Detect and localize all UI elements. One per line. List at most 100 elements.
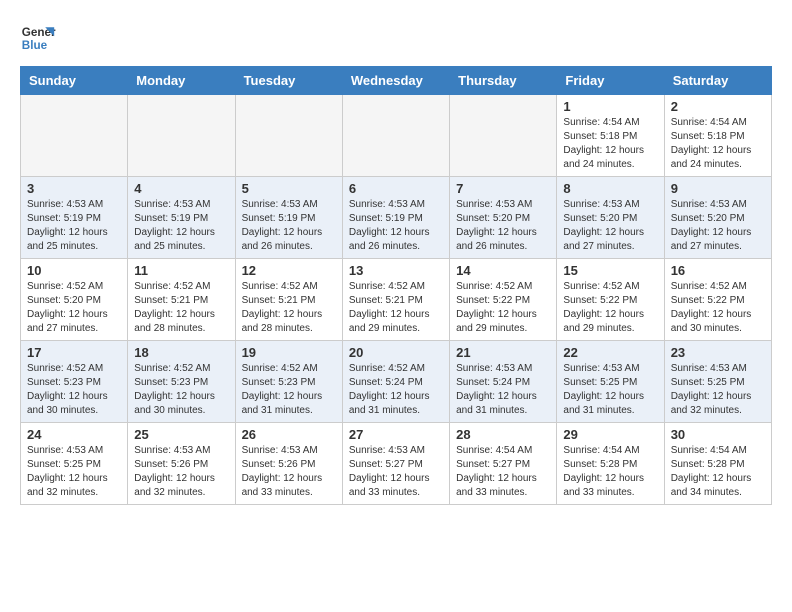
day-info: Sunrise: 4:54 AM Sunset: 5:28 PM Dayligh… [671,444,765,500]
day-number: 14 [456,263,550,278]
calendar-cell: 12 Sunrise: 4:52 AM Sunset: 5:21 PM Dayli… [235,259,342,341]
day-number: 1 [563,99,657,114]
day-number: 5 [242,181,336,196]
calendar-cell: 28 Sunrise: 4:54 AM Sunset: 5:27 PM Dayli… [450,423,557,505]
day-number: 21 [456,345,550,360]
calendar-cell: 22 Sunrise: 4:53 AM Sunset: 5:25 PM Dayli… [557,341,664,423]
calendar-cell: 19Sunrise: 4:52 AM Sunset: 5:23 PM Dayli… [235,341,342,423]
calendar-cell: 6Sunrise: 4:53 AM Sunset: 5:19 PM Daylig… [342,177,449,259]
calendar-cell: 26 Sunrise: 4:53 AM Sunset: 5:26 PM Dayli… [235,423,342,505]
day-number: 7 [456,181,550,196]
calendar-week-row: 1 Sunrise: 4:54 AM Sunset: 5:18 PM Daylig… [21,95,772,177]
calendar-cell: 24 Sunrise: 4:53 AM Sunset: 5:25 PM Dayli… [21,423,128,505]
calendar-cell: 20 Sunrise: 4:52 AM Sunset: 5:24 PM Dayli… [342,341,449,423]
day-number: 16 [671,263,765,278]
day-number: 30 [671,427,765,442]
day-info: Sunrise: 4:52 AM Sunset: 5:21 PM Dayligh… [242,280,336,336]
day-info: Sunrise: 4:54 AM Sunset: 5:18 PM Dayligh… [563,116,657,172]
day-number: 15 [563,263,657,278]
day-info: Sunrise: 4:53 AM Sunset: 5:19 PM Dayligh… [27,198,121,254]
day-info: Sunrise: 4:54 AM Sunset: 5:18 PM Dayligh… [671,116,765,172]
calendar-cell: 11 Sunrise: 4:52 AM Sunset: 5:21 PM Dayli… [128,259,235,341]
calendar-cell [128,95,235,177]
calendar-cell: 8Sunrise: 4:53 AM Sunset: 5:20 PM Daylig… [557,177,664,259]
calendar-cell: 10 Sunrise: 4:52 AM Sunset: 5:20 PM Dayli… [21,259,128,341]
day-info: Sunrise: 4:53 AM Sunset: 5:20 PM Dayligh… [456,198,550,254]
weekday-header: Saturday [664,67,771,95]
day-number: 18 [134,345,228,360]
day-info: Sunrise: 4:53 AM Sunset: 5:25 PM Dayligh… [671,362,765,418]
day-info: Sunrise: 4:52 AM Sunset: 5:20 PM Dayligh… [27,280,121,336]
calendar-cell: 29 Sunrise: 4:54 AM Sunset: 5:28 PM Dayli… [557,423,664,505]
calendar-week-row: 24 Sunrise: 4:53 AM Sunset: 5:25 PM Dayli… [21,423,772,505]
weekday-header: Friday [557,67,664,95]
day-number: 13 [349,263,443,278]
day-number: 8 [563,181,657,196]
day-number: 27 [349,427,443,442]
calendar-cell: 4 Sunrise: 4:53 AM Sunset: 5:19 PM Daylig… [128,177,235,259]
day-info: Sunrise: 4:53 AM Sunset: 5:19 PM Dayligh… [242,198,336,254]
calendar-cell: 21Sunrise: 4:53 AM Sunset: 5:24 PM Dayli… [450,341,557,423]
day-info: Sunrise: 4:53 AM Sunset: 5:20 PM Dayligh… [671,198,765,254]
day-number: 29 [563,427,657,442]
calendar-cell: 23 Sunrise: 4:53 AM Sunset: 5:25 PM Dayli… [664,341,771,423]
calendar-cell: 15Sunrise: 4:52 AM Sunset: 5:22 PM Dayli… [557,259,664,341]
day-info: Sunrise: 4:53 AM Sunset: 5:26 PM Dayligh… [242,444,336,500]
svg-text:Blue: Blue [22,39,48,52]
calendar-cell [450,95,557,177]
day-info: Sunrise: 4:53 AM Sunset: 5:19 PM Dayligh… [134,198,228,254]
day-info: Sunrise: 4:52 AM Sunset: 5:24 PM Dayligh… [349,362,443,418]
day-info: Sunrise: 4:52 AM Sunset: 5:22 PM Dayligh… [671,280,765,336]
weekday-header-row: SundayMondayTuesdayWednesdayThursdayFrid… [21,67,772,95]
weekday-header: Wednesday [342,67,449,95]
calendar-week-row: 17 Sunrise: 4:52 AM Sunset: 5:23 PM Dayli… [21,341,772,423]
calendar-cell: 9 Sunrise: 4:53 AM Sunset: 5:20 PM Daylig… [664,177,771,259]
day-number: 25 [134,427,228,442]
calendar-cell: 5 Sunrise: 4:53 AM Sunset: 5:19 PM Daylig… [235,177,342,259]
calendar-cell: 3Sunrise: 4:53 AM Sunset: 5:19 PM Daylig… [21,177,128,259]
day-number: 24 [27,427,121,442]
weekday-header: Tuesday [235,67,342,95]
day-info: Sunrise: 4:52 AM Sunset: 5:21 PM Dayligh… [349,280,443,336]
calendar-cell: 14 Sunrise: 4:52 AM Sunset: 5:22 PM Dayli… [450,259,557,341]
day-number: 26 [242,427,336,442]
day-info: Sunrise: 4:53 AM Sunset: 5:27 PM Dayligh… [349,444,443,500]
day-info: Sunrise: 4:53 AM Sunset: 5:25 PM Dayligh… [563,362,657,418]
day-info: Sunrise: 4:53 AM Sunset: 5:25 PM Dayligh… [27,444,121,500]
day-info: Sunrise: 4:52 AM Sunset: 5:23 PM Dayligh… [134,362,228,418]
logo-icon: General Blue [20,20,56,56]
calendar-cell: 7 Sunrise: 4:53 AM Sunset: 5:20 PM Daylig… [450,177,557,259]
calendar-cell: 18 Sunrise: 4:52 AM Sunset: 5:23 PM Dayli… [128,341,235,423]
calendar-cell: 17 Sunrise: 4:52 AM Sunset: 5:23 PM Dayli… [21,341,128,423]
weekday-header: Thursday [450,67,557,95]
day-number: 6 [349,181,443,196]
day-number: 19 [242,345,336,360]
weekday-header: Monday [128,67,235,95]
weekday-header: Sunday [21,67,128,95]
day-number: 10 [27,263,121,278]
calendar-cell: 13 Sunrise: 4:52 AM Sunset: 5:21 PM Dayli… [342,259,449,341]
day-number: 9 [671,181,765,196]
day-number: 28 [456,427,550,442]
calendar-week-row: 3Sunrise: 4:53 AM Sunset: 5:19 PM Daylig… [21,177,772,259]
day-info: Sunrise: 4:52 AM Sunset: 5:21 PM Dayligh… [134,280,228,336]
day-info: Sunrise: 4:54 AM Sunset: 5:28 PM Dayligh… [563,444,657,500]
calendar-cell: 27 Sunrise: 4:53 AM Sunset: 5:27 PM Dayli… [342,423,449,505]
day-number: 12 [242,263,336,278]
day-info: Sunrise: 4:52 AM Sunset: 5:22 PM Dayligh… [456,280,550,336]
day-info: Sunrise: 4:52 AM Sunset: 5:23 PM Dayligh… [27,362,121,418]
calendar-cell: 2Sunrise: 4:54 AM Sunset: 5:18 PM Daylig… [664,95,771,177]
calendar-cell: 16 Sunrise: 4:52 AM Sunset: 5:22 PM Dayli… [664,259,771,341]
day-info: Sunrise: 4:53 AM Sunset: 5:26 PM Dayligh… [134,444,228,500]
calendar-cell: 30 Sunrise: 4:54 AM Sunset: 5:28 PM Dayli… [664,423,771,505]
day-number: 22 [563,345,657,360]
day-number: 11 [134,263,228,278]
day-number: 20 [349,345,443,360]
day-number: 17 [27,345,121,360]
day-number: 4 [134,181,228,196]
day-number: 23 [671,345,765,360]
day-info: Sunrise: 4:54 AM Sunset: 5:27 PM Dayligh… [456,444,550,500]
calendar-cell [21,95,128,177]
calendar-cell: 25 Sunrise: 4:53 AM Sunset: 5:26 PM Dayli… [128,423,235,505]
calendar-table: SundayMondayTuesdayWednesdayThursdayFrid… [20,66,772,505]
